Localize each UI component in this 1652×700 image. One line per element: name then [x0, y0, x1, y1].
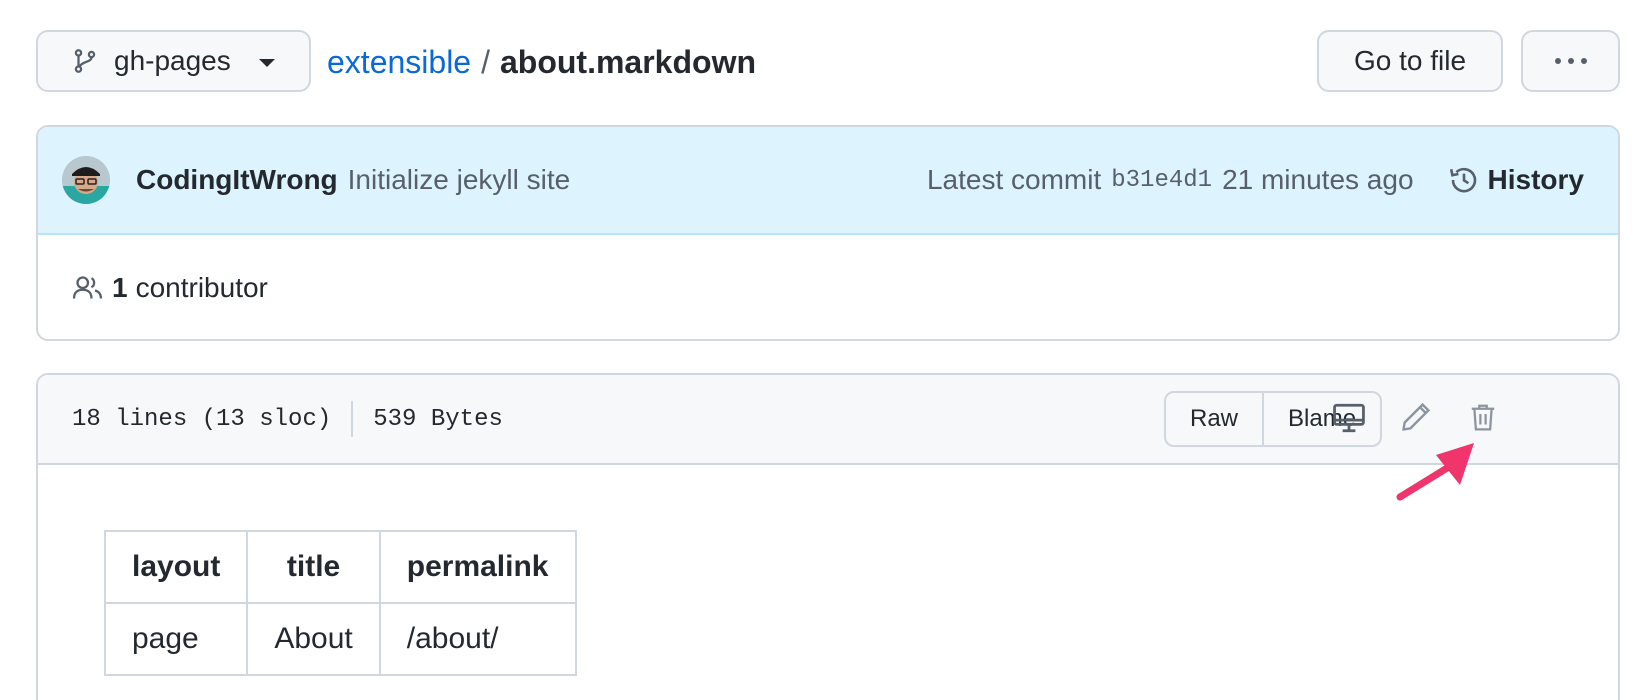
table-cell: page [103, 602, 249, 676]
contributor-label: contributor [135, 272, 268, 303]
chevron-down-icon [258, 59, 275, 67]
pencil-icon[interactable] [1400, 401, 1432, 433]
file-info-divider [351, 401, 354, 437]
more-options-button[interactable] [1521, 30, 1620, 92]
kebab-dot [1567, 58, 1574, 64]
front-matter-table: layout title permalink page About /about… [103, 530, 577, 676]
table-row: page About /about/ [103, 602, 577, 676]
contributors-row[interactable]: 1 contributor [38, 235, 1618, 339]
history-link[interactable]: History [1448, 164, 1584, 196]
file-line-count: 18 lines (13 sloc) [72, 405, 332, 433]
branch-name: gh-pages [114, 45, 231, 76]
go-to-file-button[interactable]: Go to file [1317, 30, 1503, 92]
table-header-cell: title [246, 530, 381, 604]
table-cell: About [246, 602, 381, 676]
file-viewer: 18 lines (13 sloc) 539 Bytes Raw Blame l… [36, 373, 1620, 700]
breadcrumb-repo-link[interactable]: extensible [327, 44, 471, 81]
breadcrumb-separator: / [481, 43, 490, 80]
raw-button[interactable]: Raw [1166, 393, 1262, 445]
latest-commit-label: Latest commit [926, 164, 1102, 195]
commit-sha-link[interactable]: b31e4d1 [1111, 167, 1212, 194]
desktop-icon[interactable] [1332, 401, 1366, 435]
commit-header: CodingItWrong Initialize jekyll site Lat… [38, 127, 1618, 235]
breadcrumb: extensible / about.markdown [327, 40, 756, 84]
people-icon [72, 276, 103, 299]
commit-message-link[interactable]: Initialize jekyll site [348, 164, 571, 196]
git-branch-icon [74, 49, 96, 73]
commit-author-link[interactable]: CodingItWrong [136, 164, 338, 196]
breadcrumb-file-name: about.markdown [499, 43, 756, 80]
history-icon [1449, 167, 1476, 193]
file-header: 18 lines (13 sloc) 539 Bytes Raw Blame [38, 375, 1618, 465]
contributor-count: 1 [112, 272, 128, 303]
table-header-row: layout title permalink [103, 530, 577, 604]
kebab-horizontal-icon [1554, 58, 1561, 64]
kebab-dot [1580, 58, 1587, 64]
latest-commit-box: CodingItWrong Initialize jekyll site Lat… [36, 125, 1620, 341]
table-header-cell: permalink [378, 530, 577, 604]
commit-time: 21 minutes ago [1222, 164, 1414, 195]
annotation-arrow-icon [1396, 443, 1474, 501]
commit-meta: Latest commit b31e4d1 21 minutes ago His… [927, 164, 1584, 196]
trash-icon[interactable] [1468, 401, 1498, 433]
history-label: History [1487, 164, 1584, 195]
file-size: 539 Bytes [373, 405, 503, 433]
table-header-cell: layout [103, 530, 249, 604]
table-cell: /about/ [378, 602, 577, 676]
branch-selector-button[interactable]: gh-pages [36, 30, 311, 92]
avatar[interactable] [62, 156, 110, 204]
